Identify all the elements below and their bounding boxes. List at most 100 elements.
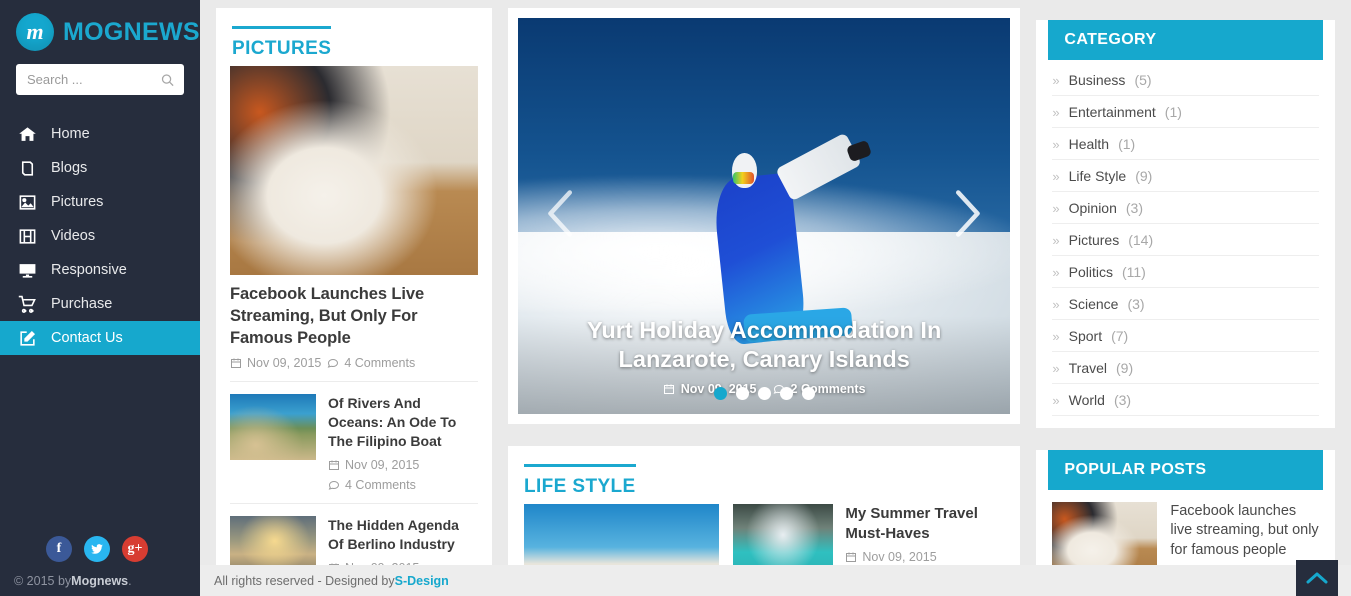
comment-icon — [327, 357, 339, 369]
chevron-double-right-icon: » — [1052, 393, 1059, 408]
sidebar-item-label: Purchase — [51, 296, 112, 312]
category-item-pictures[interactable]: » Pictures (14) — [1052, 224, 1319, 256]
list-item-thumbnail[interactable] — [230, 394, 316, 460]
twitter-icon[interactable] — [84, 536, 110, 562]
chevron-double-right-icon: » — [1052, 361, 1059, 376]
copyright-brand: Mognews — [71, 574, 128, 588]
date-meta: Nov 09, 2015 — [230, 356, 321, 370]
chevron-double-right-icon: » — [1052, 169, 1059, 184]
slider-dots — [518, 387, 1010, 400]
brand-logo-letter: m — [26, 19, 43, 45]
sidebar-item-label: Contact Us — [51, 330, 123, 346]
category-name: Health — [1069, 136, 1109, 152]
category-count: (1) — [1165, 104, 1182, 120]
facebook-icon[interactable]: f — [46, 536, 72, 562]
category-widget: CATEGORY » Business (5) » Entertainment … — [1036, 20, 1335, 428]
chevron-double-right-icon: » — [1052, 73, 1059, 88]
center-column: Yurt Holiday Accommodation In Lanzarote,… — [508, 8, 1020, 596]
list-item: Of Rivers And Oceans: An Ode To The Fili… — [230, 382, 478, 492]
category-name: World — [1069, 392, 1105, 408]
search-input[interactable] — [16, 64, 184, 95]
category-name: Entertainment — [1069, 104, 1156, 120]
search-icon[interactable] — [160, 72, 175, 87]
list-item-title[interactable]: Of Rivers And Oceans: An Ode To The Fili… — [328, 394, 478, 451]
category-item-entertainment[interactable]: » Entertainment (1) — [1052, 96, 1319, 128]
search-box[interactable] — [16, 64, 184, 95]
hero-slider[interactable]: Yurt Holiday Accommodation In Lanzarote,… — [518, 18, 1010, 414]
slider-dot-4[interactable] — [780, 387, 793, 400]
list-item-meta: Nov 09, 2015 4 Comments — [328, 458, 478, 492]
category-item-science[interactable]: » Science (3) — [1052, 288, 1319, 320]
category-item-life-style[interactable]: » Life Style (9) — [1052, 160, 1319, 192]
category-count: (5) — [1134, 72, 1151, 88]
category-name: Sport — [1069, 328, 1102, 344]
designer-link[interactable]: S-Design — [395, 574, 449, 588]
sidebar-item-label: Blogs — [51, 160, 87, 176]
page-root: m MOGNEWS Home — [0, 0, 1351, 596]
slider-dot-2[interactable] — [736, 387, 749, 400]
brand[interactable]: m MOGNEWS — [0, 0, 200, 61]
category-item-health[interactable]: » Health (1) — [1052, 128, 1319, 160]
category-item-sport[interactable]: » Sport (7) — [1052, 320, 1319, 352]
category-count: (7) — [1111, 328, 1128, 344]
featured-body: Facebook Launches Live Streaming, But On… — [230, 275, 478, 370]
copyright-prefix: © 2015 by — [14, 574, 71, 588]
footer-copyright: © 2015 by Mognews. — [0, 565, 200, 596]
image-icon — [18, 193, 37, 212]
comments-meta: 4 Comments — [328, 478, 416, 492]
search-container — [0, 64, 200, 95]
date-text: Nov 09, 2015 — [247, 356, 321, 370]
comments-text: 4 Comments — [344, 356, 415, 370]
chevron-up-icon — [1305, 570, 1329, 586]
category-name: Pictures — [1069, 232, 1120, 248]
category-count: (9) — [1116, 360, 1133, 376]
pictures-section-header: PICTURES — [216, 8, 492, 66]
chevron-double-right-icon: » — [1052, 297, 1059, 312]
sidebar-nav: Home Blogs Pictures — [0, 117, 200, 355]
date-meta: Nov 09, 2015 — [845, 550, 936, 564]
chevron-right-icon[interactable] — [946, 186, 988, 247]
category-name: Politics — [1069, 264, 1113, 280]
lifestyle-item-title[interactable]: My Summer Travel Must-Haves — [845, 504, 1004, 543]
category-count: (11) — [1122, 264, 1146, 280]
sidebar-item-videos[interactable]: Videos — [0, 219, 200, 253]
back-to-top-button[interactable] — [1296, 560, 1338, 596]
slider-dot-3[interactable] — [758, 387, 771, 400]
category-item-business[interactable]: » Business (5) — [1052, 64, 1319, 96]
slider-dot-1[interactable] — [714, 387, 727, 400]
featured-image[interactable] — [230, 66, 478, 275]
category-count: (1) — [1118, 136, 1135, 152]
category-count: (9) — [1135, 168, 1152, 184]
category-count: (3) — [1114, 392, 1131, 408]
date-text: Nov 09, 2015 — [345, 458, 419, 472]
sidebar-item-contact-us[interactable]: Contact Us — [0, 321, 200, 355]
sidebar-item-home[interactable]: Home — [0, 117, 200, 151]
chevron-double-right-icon: » — [1052, 201, 1059, 216]
rights-text: All rights reserved - Designed by — [214, 574, 395, 588]
category-item-politics[interactable]: » Politics (11) — [1052, 256, 1319, 288]
category-item-world[interactable]: » World (3) — [1052, 384, 1319, 416]
sidebar: m MOGNEWS Home — [0, 0, 200, 596]
footer: © 2015 by Mognews. All rights reserved -… — [0, 565, 1351, 596]
category-item-travel[interactable]: » Travel (9) — [1052, 352, 1319, 384]
featured-title[interactable]: Facebook Launches Live Streaming, But On… — [230, 284, 478, 349]
category-name: Travel — [1069, 360, 1107, 376]
google-plus-icon[interactable]: g+ — [122, 536, 148, 562]
sidebar-item-label: Responsive — [51, 262, 127, 278]
right-sidebar: CATEGORY » Business (5) » Entertainment … — [1036, 8, 1335, 596]
chevron-left-icon[interactable] — [540, 186, 582, 247]
sidebar-item-blogs[interactable]: Blogs — [0, 151, 200, 185]
cart-icon — [18, 295, 37, 314]
pencil-square-icon — [18, 329, 37, 348]
sidebar-item-pictures[interactable]: Pictures — [0, 185, 200, 219]
category-item-opinion[interactable]: » Opinion (3) — [1052, 192, 1319, 224]
sidebar-item-purchase[interactable]: Purchase — [0, 287, 200, 321]
slider-dot-5[interactable] — [802, 387, 815, 400]
film-icon — [18, 227, 37, 246]
list-item-title[interactable]: The Hidden Agenda Of Berlino Industry — [328, 516, 478, 554]
popular-posts-widget: POPULAR POSTS Facebook launches live str… — [1036, 450, 1335, 584]
slide-title[interactable]: Yurt Holiday Accommodation In Lanzarote,… — [542, 316, 986, 375]
widget-title: POPULAR POSTS — [1048, 450, 1323, 490]
sidebar-item-responsive[interactable]: Responsive — [0, 253, 200, 287]
section-title: LIFE STYLE — [524, 464, 636, 498]
